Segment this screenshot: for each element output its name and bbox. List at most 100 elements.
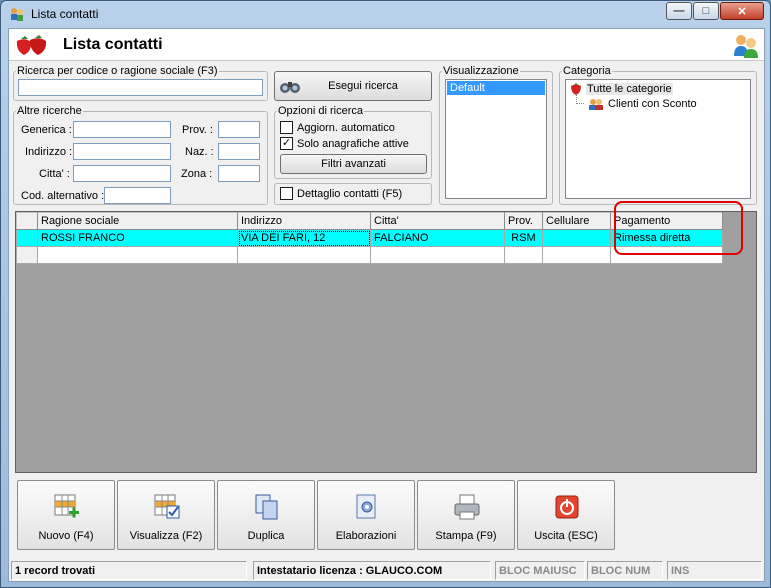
cell-ragione-sociale[interactable] (37, 246, 238, 264)
prov-field[interactable] (218, 121, 260, 138)
new-button-label: Nuovo (F4) (38, 530, 94, 542)
row-header[interactable] (16, 229, 38, 247)
duplicate-button-label: Duplica (247, 530, 285, 542)
view-legend: Visualizzazione (443, 65, 519, 77)
caps-lock-indicator: BLOC MAIUSC (495, 561, 585, 580)
print-button-label: Stampa (F9) (435, 530, 497, 542)
num-lock-indicator: BLOC NUM (587, 561, 663, 580)
header-bar: Lista contatti (9, 29, 764, 61)
users-icon (734, 35, 758, 58)
cell-ragione-sociale[interactable]: ROSSI FRANCO (37, 229, 238, 247)
print-button[interactable]: Stampa (F9) (417, 480, 515, 550)
col-citta[interactable]: Citta' (370, 212, 505, 230)
category-legend: Categoria (563, 65, 611, 77)
cell-citta[interactable]: FALCIANO (370, 229, 505, 247)
duplicate-button[interactable]: Duplica (217, 480, 315, 550)
title-bar[interactable]: Lista contatti — □ ✕ (1, 1, 770, 27)
main-window: Lista contatti — □ ✕ Lista contatti Rice… (0, 0, 771, 588)
duplicate-icon (255, 494, 278, 520)
zone-label: Zona : (181, 168, 213, 180)
minimize-icon: — (673, 5, 685, 17)
address-field[interactable] (73, 143, 171, 160)
cell-citta[interactable] (370, 246, 505, 264)
category-tree[interactable]: Tutte le categorie Clienti con Sconto (565, 79, 751, 199)
maximize-icon: □ (702, 5, 710, 17)
auto-update-box[interactable] (280, 121, 293, 134)
strawberry-logo-icon (16, 35, 47, 55)
nation-field[interactable] (218, 143, 260, 160)
nation-label: Naz. : (185, 146, 214, 158)
search-legend: Ricerca per codice o ragione sociale (F3… (17, 65, 218, 77)
view-item-default[interactable]: Default (447, 81, 545, 95)
printer-icon (454, 494, 480, 520)
license-holder: Intestatario licenza : GLAUCO.COM (253, 561, 491, 580)
page-title: Lista contatti (63, 36, 163, 53)
processing-button[interactable]: Elaborazioni (317, 480, 415, 550)
view-list[interactable]: Default (445, 79, 547, 199)
search-input[interactable] (18, 79, 263, 96)
auto-update-checkbox[interactable]: Aggiorn. automatico (280, 121, 395, 134)
grid-corner (16, 212, 38, 230)
cell-cellulare[interactable] (542, 246, 611, 264)
minimize-button[interactable]: — (666, 2, 692, 20)
checkmark-icon: ✓ (281, 137, 292, 149)
processing-button-label: Elaborazioni (335, 530, 397, 542)
new-grid-icon (54, 494, 79, 518)
view-button-label: Visualizza (F2) (129, 530, 203, 542)
col-cellulare[interactable]: Cellulare (542, 212, 611, 230)
search-options-legend: Opzioni di ricerca (278, 105, 363, 117)
address-label: Indirizzo : (25, 146, 73, 158)
advanced-filters-button[interactable]: Filtri avanzati (280, 154, 427, 174)
contacts-app-icon (11, 8, 23, 21)
detail-checkbox[interactable]: Dettaglio contatti (F5) (280, 187, 402, 200)
col-indirizzo[interactable]: Indirizzo (237, 212, 371, 230)
alt-code-label: Cod. alternativo : (21, 190, 105, 202)
category-item-label: Clienti con Sconto (608, 98, 697, 110)
tree-connector (576, 94, 584, 104)
detail-box[interactable] (280, 187, 293, 200)
exit-button[interactable]: Uscita (ESC) (517, 480, 615, 550)
power-icon (555, 495, 579, 519)
cell-cellulare[interactable] (542, 229, 611, 247)
generic-label: Generica : (21, 124, 72, 136)
active-only-box[interactable]: ✓ (280, 137, 293, 150)
cell-indirizzo[interactable] (237, 246, 371, 264)
contacts-grid[interactable]: Ragione sociale Indirizzo Citta' Prov. C… (15, 201, 757, 473)
col-prov[interactable]: Prov. (504, 212, 543, 230)
new-button[interactable]: Nuovo (F4) (17, 480, 115, 550)
group-icon (589, 99, 603, 110)
zone-field[interactable] (218, 165, 260, 182)
cell-prov[interactable] (504, 246, 543, 264)
detail-label: Dettaglio contatti (F5) (297, 187, 403, 200)
execute-search-label: Esegui ricerca (328, 80, 398, 92)
category-root-label: Tutte le categorie (586, 83, 673, 95)
maximize-button[interactable]: □ (693, 2, 719, 20)
row-header[interactable] (16, 246, 38, 264)
document-gear-icon (356, 494, 376, 519)
execute-search-button[interactable]: Esegui ricerca (274, 71, 432, 101)
cell-prov[interactable]: RSM (504, 229, 543, 247)
close-button[interactable]: ✕ (720, 2, 764, 20)
city-field[interactable] (73, 165, 171, 182)
other-search-legend: Altre ricerche (17, 105, 82, 117)
window-client: Lista contatti Ricerca per codice o ragi… (8, 28, 765, 582)
auto-update-label: Aggiorn. automatico (297, 121, 395, 134)
window-title: Lista contatti (31, 7, 99, 21)
record-count: 1 record trovati (11, 561, 247, 580)
view-button[interactable]: Visualizza (F2) (117, 480, 215, 550)
status-bar: 1 record trovati Intestatario licenza : … (9, 559, 764, 581)
binoculars-icon (280, 82, 300, 93)
col-ragione-sociale[interactable]: Ragione sociale (37, 212, 238, 230)
view-grid-icon (154, 494, 180, 519)
insert-indicator: INS (667, 561, 762, 580)
cell-indirizzo[interactable]: VIA DEI FARI, 12 (237, 229, 371, 247)
alt-code-field[interactable] (104, 187, 171, 204)
category-root[interactable]: Tutte le categorie (569, 82, 673, 96)
generic-field[interactable] (73, 121, 171, 138)
active-only-checkbox[interactable]: ✓ Solo anagrafiche attive (280, 137, 409, 150)
payment-highlight-annotation (614, 201, 743, 255)
prov-label: Prov. : (182, 124, 213, 136)
exit-button-label: Uscita (ESC) (534, 530, 598, 542)
category-item-clienti-sconto[interactable]: Clienti con Sconto (588, 98, 697, 110)
close-icon: ✕ (737, 5, 747, 18)
